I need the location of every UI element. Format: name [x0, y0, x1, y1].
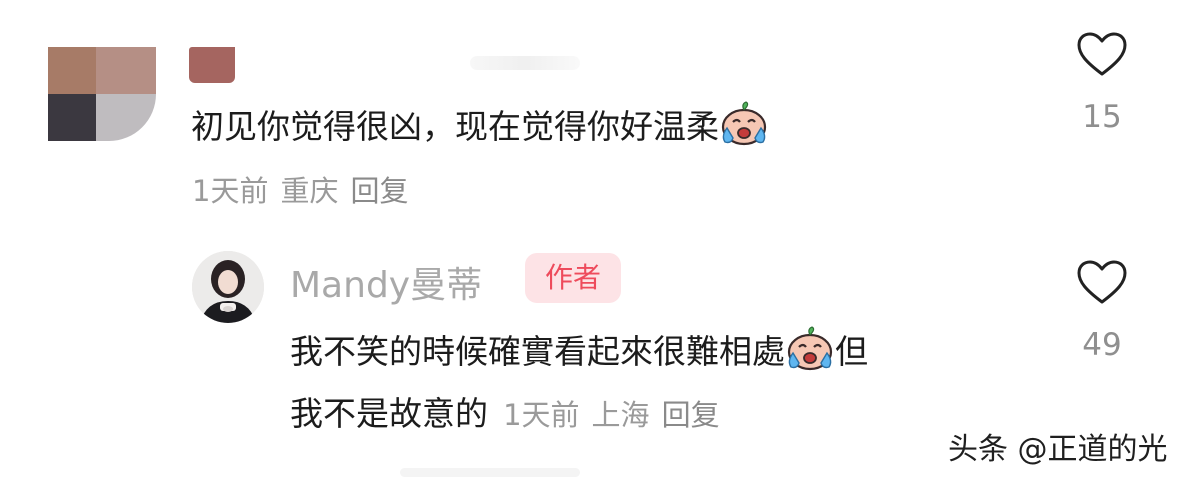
avatar-pixel [96, 47, 156, 94]
avatar-pixel [48, 94, 96, 141]
commenter-name-redacted[interactable] [189, 47, 235, 83]
comment-body: 初见你觉得很凶，现在觉得你好温柔 [191, 107, 719, 146]
commenter-avatar[interactable] [48, 47, 156, 141]
like-count: 15 [1082, 99, 1122, 135]
reply-body: 我不笑的時候確實看起來很難相處 [290, 332, 785, 371]
reply-time: 1天前 [503, 398, 580, 432]
avatar-pixel [96, 94, 156, 141]
reply-text-line1: 我不笑的時候確實看起來很難相處 但 [290, 325, 868, 372]
like-heart-icon[interactable] [1076, 31, 1128, 77]
reply-button[interactable]: 回复 [662, 398, 720, 432]
comment-meta: 1天前 重庆 回复 [192, 168, 420, 210]
reply-text-line2-row: 我不是故意的 1天前 上海 回复 [290, 392, 732, 434]
reply-location: 上海 [591, 398, 650, 432]
redacted-text [470, 56, 580, 70]
crying-face-icon [719, 100, 769, 146]
author-name[interactable]: Mandy曼蒂 [290, 256, 482, 308]
author-avatar[interactable] [192, 251, 264, 323]
reply-body-end: 但 [835, 332, 868, 371]
comment-time: 1天前 [192, 174, 269, 208]
comment-text: 初见你觉得很凶，现在觉得你好温柔 [191, 100, 769, 147]
author-badge: 作者 [525, 253, 621, 303]
avatar-pixel [48, 47, 96, 94]
cut-off-content [400, 468, 580, 477]
reply-meta: 1天前 上海 回复 [503, 398, 731, 432]
comment-location: 重庆 [280, 174, 339, 208]
reply-button[interactable]: 回复 [350, 174, 408, 208]
crying-face-icon [785, 325, 835, 371]
like-heart-icon[interactable] [1076, 259, 1128, 305]
watermark: 头条 @正道的光 [948, 432, 1168, 467]
reply-body-line2: 我不是故意的 [290, 394, 488, 433]
like-count: 49 [1082, 327, 1122, 363]
